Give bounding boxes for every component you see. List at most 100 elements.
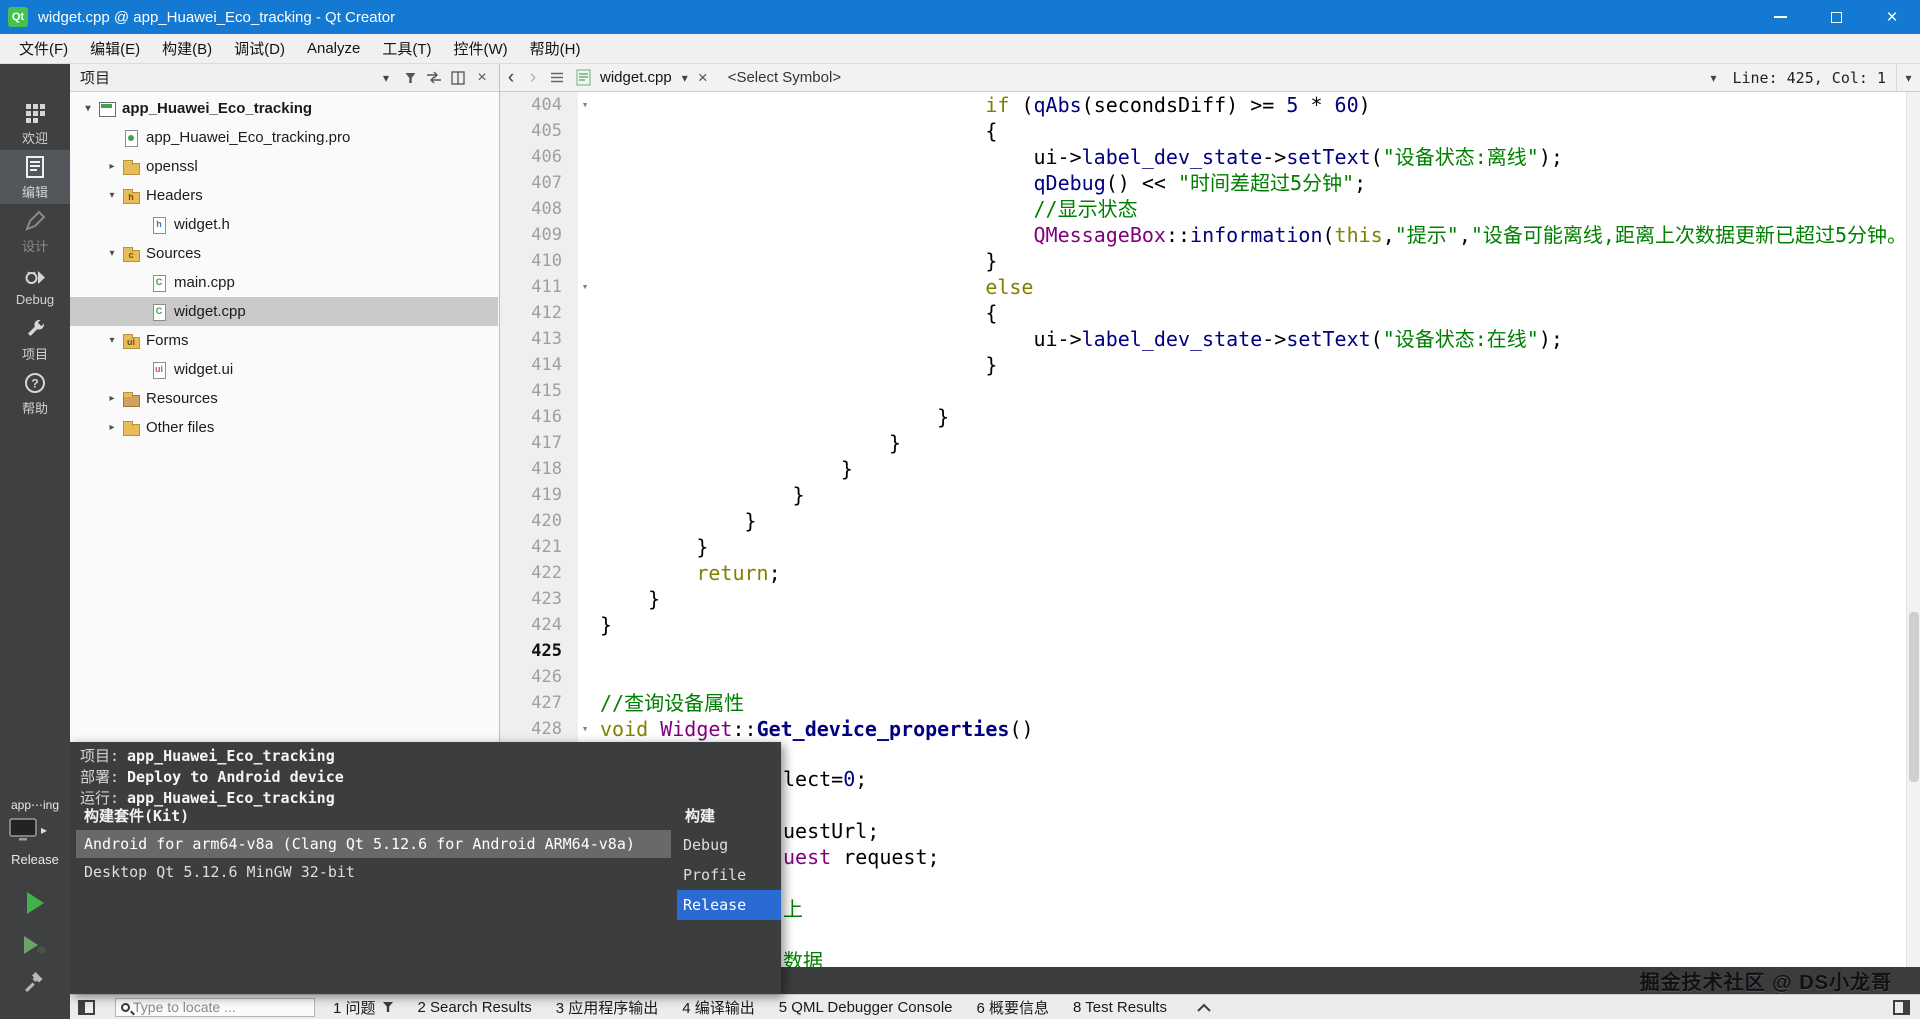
code-text[interactable]: }: [600, 456, 1906, 482]
code-text[interactable]: }: [600, 534, 1906, 560]
close-panel-icon[interactable]: ×: [471, 67, 493, 89]
split-panel-icon[interactable]: [447, 67, 469, 89]
back-icon[interactable]: ‹: [500, 65, 522, 91]
code-text[interactable]: [600, 664, 1906, 690]
line-number[interactable]: 420: [500, 508, 570, 534]
code-text[interactable]: if (qAbs(secondsDiff) >= 5 * 60): [600, 92, 1906, 118]
fold-marker-icon[interactable]: ▾: [570, 716, 600, 742]
output-pane-button-1[interactable]: 1 问题: [333, 997, 376, 1018]
tree-expander-icon[interactable]: ▾: [104, 335, 120, 346]
minimize-button[interactable]: [1752, 0, 1808, 34]
tree-item-widget.ui[interactable]: ui widget.ui: [70, 355, 498, 384]
tree-item-widget.h[interactable]: h widget.h: [70, 210, 498, 239]
tree-item-Resources[interactable]: ▸ Resources: [70, 384, 498, 413]
code-text[interactable]: QMessageBox::information(this,"提示","设备可能…: [600, 222, 1906, 248]
code-text[interactable]: }: [600, 430, 1906, 456]
maximize-button[interactable]: [1808, 0, 1864, 34]
line-number[interactable]: 413: [500, 326, 570, 352]
expand-output-panes-icon[interactable]: [1197, 1003, 1211, 1012]
tree-item-Other-files[interactable]: ▸ Other files: [70, 413, 498, 442]
mode-design[interactable]: 设计: [0, 204, 70, 258]
tree-item-app_Huawei_Eco_tracking[interactable]: ▾ app_Huawei_Eco_tracking: [70, 94, 498, 123]
menu-item-8[interactable]: 帮助(H): [519, 34, 592, 63]
code-text[interactable]: return;: [600, 560, 1906, 586]
tree-item-widget.cpp[interactable]: Cwidget.cpp: [70, 297, 498, 326]
mode-debug[interactable]: Debug: [0, 258, 70, 312]
code-text[interactable]: }: [600, 482, 1906, 508]
output-pane-button-6[interactable]: 6 概要信息: [977, 997, 1050, 1018]
tree-item-Forms[interactable]: ▾ ui Forms: [70, 326, 498, 355]
code-text[interactable]: {: [600, 118, 1906, 144]
mode-help[interactable]: ? 帮助: [0, 366, 70, 420]
line-number[interactable]: 418: [500, 456, 570, 482]
tree-item-app_Huawei_Eco_tracking.pro[interactable]: app_Huawei_Eco_tracking.pro: [70, 123, 498, 152]
code-text[interactable]: //显示状态: [600, 196, 1906, 222]
code-text[interactable]: }: [600, 248, 1906, 274]
tree-expander-icon[interactable]: ▾: [104, 190, 120, 201]
tree-expander-icon[interactable]: ▸: [104, 422, 120, 433]
line-number[interactable]: 407: [500, 170, 570, 196]
line-number[interactable]: 424: [500, 612, 570, 638]
tree-expander-icon[interactable]: ▾: [80, 103, 96, 114]
tree-expander-icon[interactable]: ▾: [104, 248, 120, 259]
mode-welcome[interactable]: 欢迎: [0, 96, 70, 150]
line-number[interactable]: 411: [500, 274, 570, 300]
filter-icon[interactable]: [399, 67, 421, 89]
open-file-selector[interactable]: widget.cpp: [600, 69, 672, 86]
build-button[interactable]: [0, 970, 70, 994]
run-button[interactable]: [0, 890, 70, 916]
code-text[interactable]: void Widget::Get_device_properties(): [600, 716, 1906, 742]
code-text[interactable]: {: [600, 300, 1906, 326]
code-text[interactable]: }: [600, 352, 1906, 378]
forward-icon[interactable]: ›: [522, 65, 544, 91]
editor-scrollbar[interactable]: [1906, 92, 1920, 994]
code-text[interactable]: }: [600, 586, 1906, 612]
line-number[interactable]: 409: [500, 222, 570, 248]
line-number[interactable]: 423: [500, 586, 570, 612]
panel-combo-caret-icon[interactable]: ▾: [383, 71, 389, 85]
line-number[interactable]: 405: [500, 118, 570, 144]
output-pane-button-2[interactable]: 2 Search Results: [418, 999, 532, 1016]
file-dropdown-caret-icon[interactable]: ▾: [682, 71, 688, 85]
line-number[interactable]: 427: [500, 690, 570, 716]
fold-marker-icon[interactable]: ▾: [570, 92, 600, 118]
menu-item-1[interactable]: 文件(F): [8, 34, 79, 63]
build-option-profile[interactable]: Profile: [677, 860, 781, 890]
scrollbar-thumb[interactable]: [1909, 612, 1919, 782]
tree-item-main.cpp[interactable]: Cmain.cpp: [70, 268, 498, 297]
close-button[interactable]: ×: [1864, 0, 1920, 34]
code-text[interactable]: qDebug() << "时间差超过5分钟";: [600, 170, 1906, 196]
code-text[interactable]: [600, 638, 1906, 664]
line-number[interactable]: 419: [500, 482, 570, 508]
locator-input[interactable]: Type to locate ...: [115, 997, 315, 1017]
kit-option-1[interactable]: Android for arm64-v8a (Clang Qt 5.12.6 f…: [76, 830, 671, 858]
output-pane-button-3[interactable]: 3 应用程序输出: [556, 997, 659, 1018]
tree-item-Sources[interactable]: ▾ c Sources: [70, 239, 498, 268]
cursor-position-indicator[interactable]: Line: 425, Col: 1: [1732, 69, 1886, 87]
toggle-left-sidebar-icon[interactable]: [78, 999, 95, 1015]
debug-run-button[interactable]: [0, 932, 70, 958]
line-number[interactable]: 428: [500, 716, 570, 742]
line-number[interactable]: 421: [500, 534, 570, 560]
fold-marker-icon[interactable]: ▾: [570, 274, 600, 300]
line-number[interactable]: 414: [500, 352, 570, 378]
menu-item-6[interactable]: 工具(T): [371, 34, 442, 63]
line-number[interactable]: 415: [500, 378, 570, 404]
line-number[interactable]: 404: [500, 92, 570, 118]
toggle-right-sidebar-icon[interactable]: [1893, 999, 1910, 1015]
menu-item-5[interactable]: Analyze: [296, 34, 371, 63]
menu-item-7[interactable]: 控件(W): [443, 34, 519, 63]
mode-projects[interactable]: 项目: [0, 312, 70, 366]
line-number[interactable]: 408: [500, 196, 570, 222]
tree-expander-icon[interactable]: ▸: [104, 393, 120, 404]
output-pane-button-4[interactable]: 4 编译输出: [682, 997, 755, 1018]
open-documents-icon[interactable]: [546, 67, 568, 89]
menu-item-2[interactable]: 编辑(E): [79, 34, 151, 63]
tree-expander-icon[interactable]: ▸: [104, 161, 120, 172]
code-text[interactable]: [600, 378, 1906, 404]
sync-with-editor-icon[interactable]: [423, 67, 445, 89]
code-text[interactable]: else: [600, 274, 1906, 300]
menu-item-4[interactable]: 调试(D): [223, 34, 296, 63]
code-text[interactable]: //查询设备属性: [600, 690, 1906, 716]
line-number[interactable]: 410: [500, 248, 570, 274]
